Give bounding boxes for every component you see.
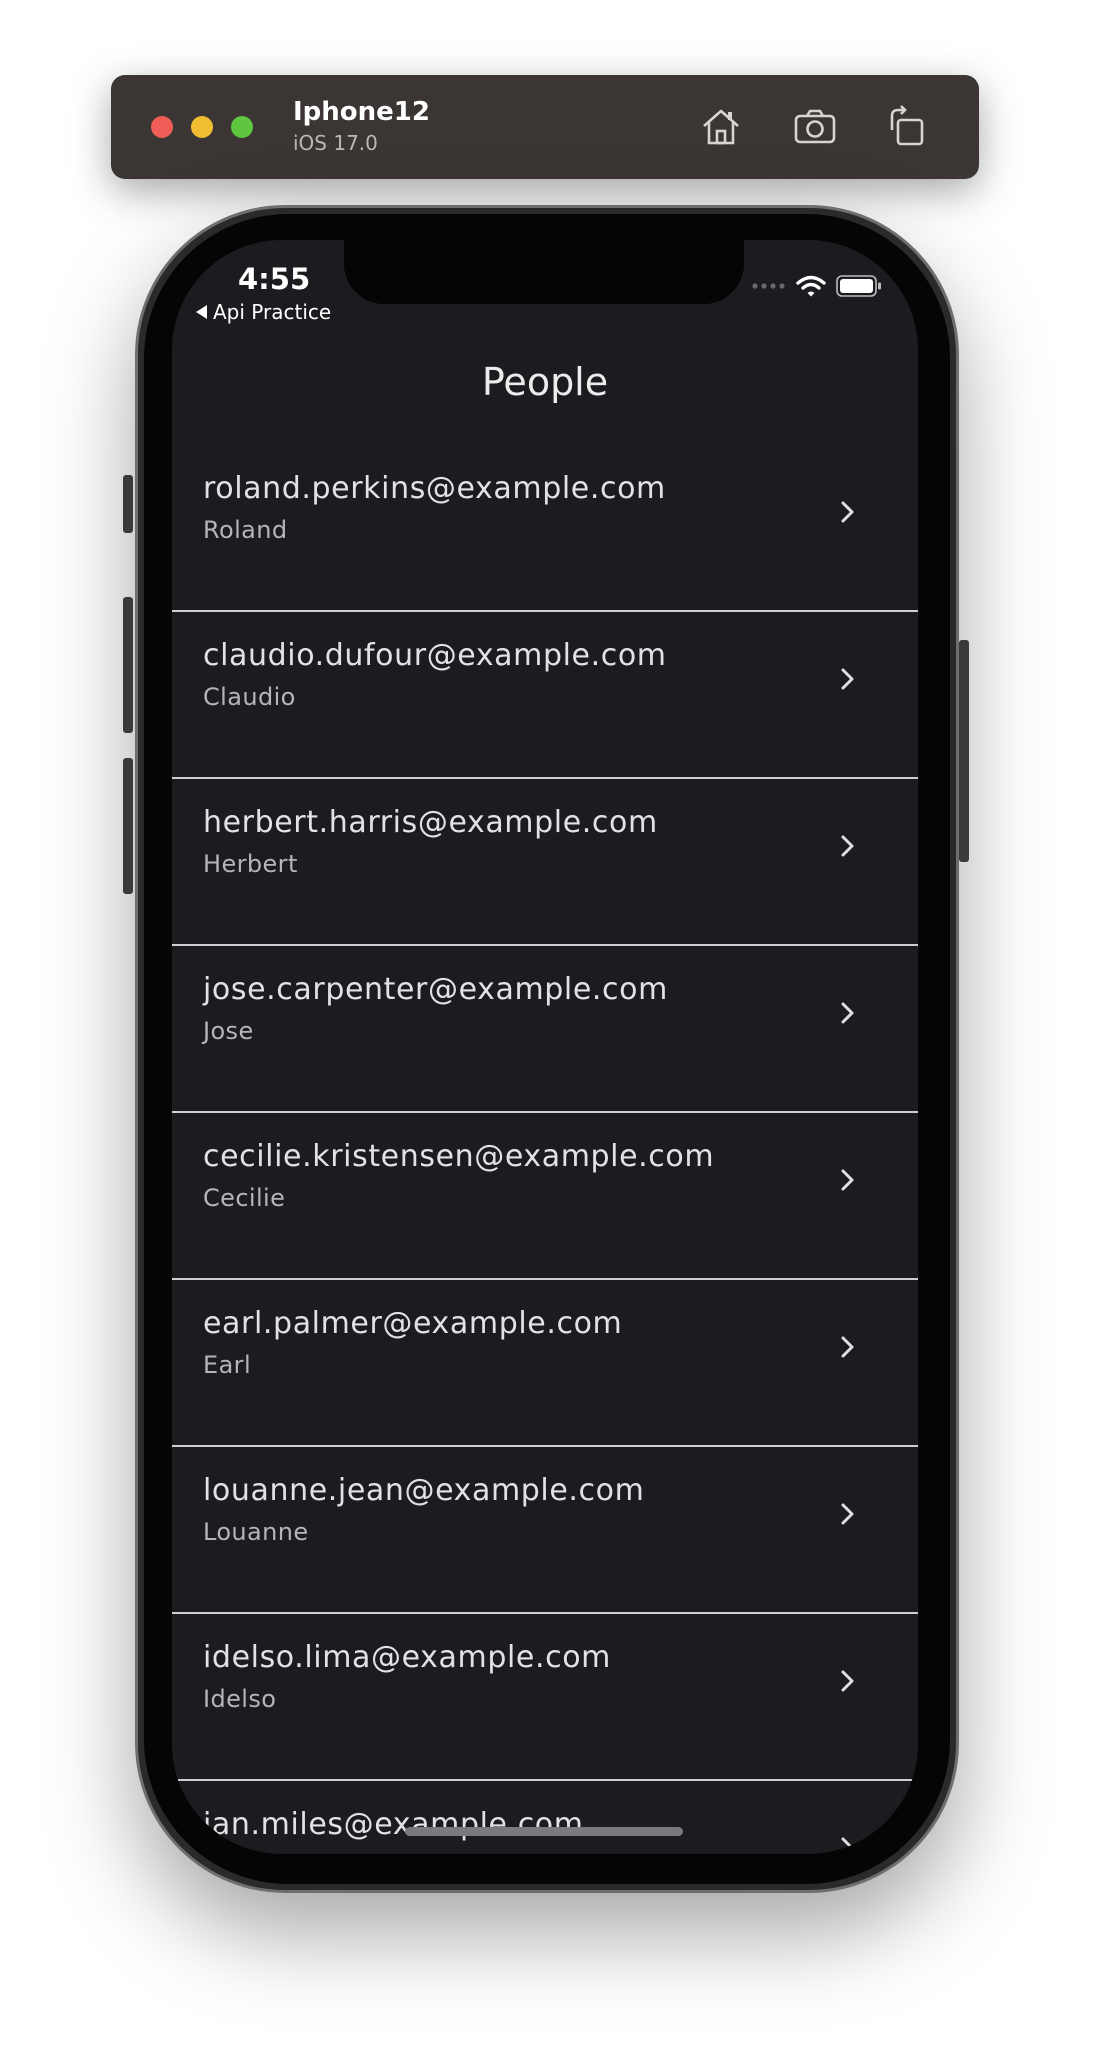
volume-up-button [123, 597, 133, 733]
status-icons [752, 274, 882, 298]
person-email: cecilie.kristensen@example.com [203, 1139, 715, 1174]
close-window-button[interactable] [151, 116, 173, 138]
minimize-window-button[interactable] [191, 116, 213, 138]
person-name: Cecilie [203, 1184, 286, 1212]
screenshot-button[interactable] [787, 99, 843, 155]
chevron-right-icon [841, 1837, 854, 1854]
battery-icon [836, 275, 881, 297]
list-item[interactable]: roland.perkins@example.com Roland [172, 445, 918, 612]
person-name: Earl [203, 1351, 252, 1379]
device-name: Iphone12 [293, 97, 430, 127]
chevron-right-icon [841, 668, 854, 690]
chevron-right-icon [841, 1002, 854, 1024]
person-name: Roland [203, 516, 288, 544]
person-email: roland.perkins@example.com [203, 471, 666, 506]
phone-screen: 4:55 Api Practice People roland.perkins@… [172, 240, 918, 1854]
person-name: Herbert [203, 850, 298, 878]
person-name: Louanne [203, 1518, 309, 1546]
screenshot-camera-icon [794, 109, 836, 144]
chevron-right-icon [841, 835, 854, 857]
chevron-right-icon [841, 1336, 854, 1358]
person-name: Claudio [203, 683, 296, 711]
person-email: claudio.dufour@example.com [203, 638, 667, 673]
page-title: People [481, 360, 609, 404]
list-item[interactable]: cecilie.kristensen@example.com Cecilie [172, 1113, 918, 1280]
home-button[interactable] [693, 99, 749, 155]
list-item[interactable]: louanne.jean@example.com Louanne [172, 1447, 918, 1614]
person-email: earl.palmer@example.com [203, 1306, 623, 1341]
home-icon [703, 109, 739, 145]
cellular-signal-icon [752, 283, 785, 289]
zoom-window-button[interactable] [231, 116, 253, 138]
person-email: herbert.harris@example.com [203, 805, 658, 840]
list-item[interactable]: idelso.lima@example.com Idelso [172, 1614, 918, 1781]
person-name: Jose [203, 1017, 254, 1045]
list-item[interactable]: jose.carpenter@example.com Jose [172, 946, 918, 1113]
list-item[interactable]: claudio.dufour@example.com Claudio [172, 612, 918, 779]
status-time: 4:55 [238, 262, 311, 296]
rotate-button[interactable] [879, 99, 935, 155]
back-app-label: Api Practice [213, 300, 332, 324]
chevron-right-icon [841, 501, 854, 523]
person-email: jose.carpenter@example.com [203, 972, 668, 1007]
list-item[interactable]: ian.miles@example.com [172, 1781, 918, 1854]
person-email: louanne.jean@example.com [203, 1473, 645, 1508]
volume-down-button [123, 758, 133, 894]
notch [344, 240, 744, 304]
person-email: ian.miles@example.com [203, 1807, 584, 1842]
person-name: Idelso [203, 1685, 277, 1713]
power-button [959, 640, 969, 862]
person-email: idelso.lima@example.com [203, 1640, 611, 1675]
home-indicator[interactable] [405, 1827, 683, 1836]
chevron-right-icon [841, 1169, 854, 1191]
list-item[interactable]: earl.palmer@example.com Earl [172, 1280, 918, 1447]
os-version: iOS 17.0 [293, 131, 378, 155]
rotate-icon [890, 105, 924, 146]
chevron-right-icon [841, 1503, 854, 1525]
back-arrow-icon [196, 305, 207, 319]
people-list: roland.perkins@example.com Roland claudi… [172, 445, 918, 1854]
back-to-app-link[interactable]: Api Practice [196, 300, 331, 324]
wifi-icon [796, 275, 826, 297]
simulator-title-bar: Iphone12 iOS 17.0 [111, 75, 979, 179]
mute-switch [123, 475, 133, 533]
list-item[interactable]: herbert.harris@example.com Herbert [172, 779, 918, 946]
chevron-right-icon [841, 1670, 854, 1692]
